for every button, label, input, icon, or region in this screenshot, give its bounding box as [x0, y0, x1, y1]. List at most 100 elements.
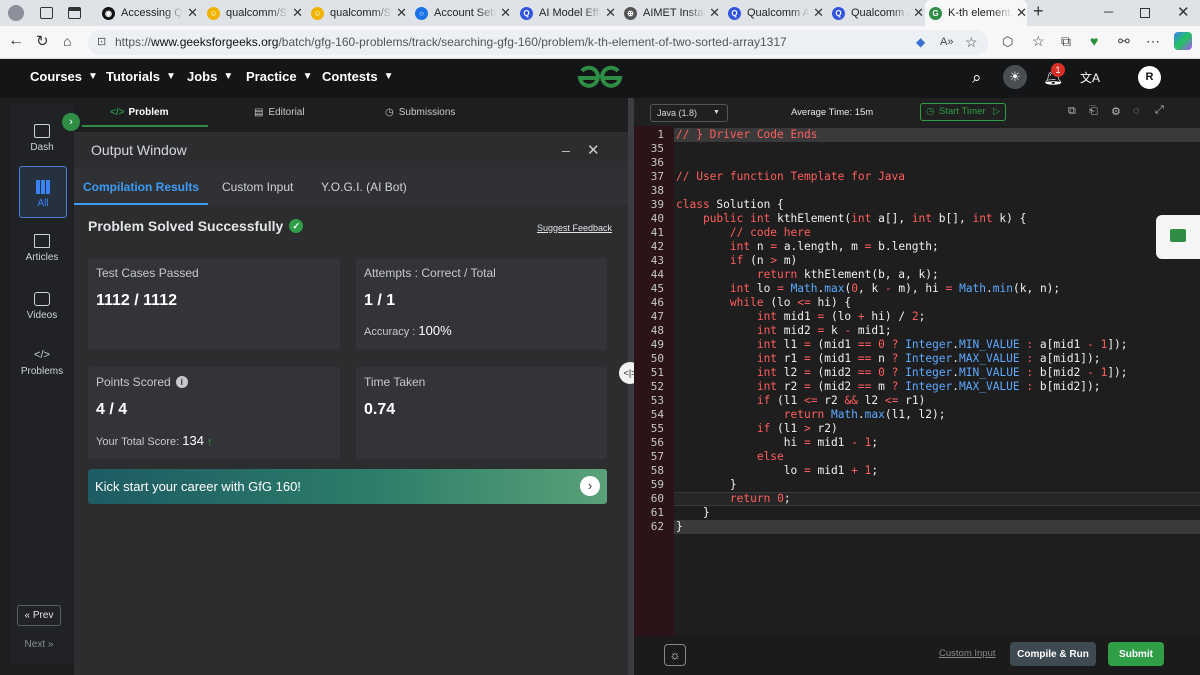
- code-line: else: [756, 450, 784, 463]
- tag-icon[interactable]: ◆: [916, 30, 925, 55]
- chat-icon: [1170, 229, 1186, 242]
- browser-tab[interactable]: ◉ Accessing Qu ✕: [98, 0, 198, 26]
- browser-tab[interactable]: G K-th element ✕: [925, 0, 1027, 26]
- close-tab-icon[interactable]: ✕: [500, 5, 511, 21]
- points-card: Points Scored i 4 / 4 Your Total Score: 1…: [88, 367, 340, 459]
- tab-favicon-icon: ☺: [207, 6, 220, 20]
- chevron-right-icon[interactable]: ›: [580, 476, 600, 496]
- browser-tab[interactable]: ○ Account Setti ✕: [411, 0, 511, 26]
- minimize-icon[interactable]: ─: [1104, 4, 1113, 19]
- test-cases-value: 1112 / 1112: [96, 292, 177, 309]
- close-tab-icon[interactable]: ✕: [709, 5, 720, 21]
- close-tab-icon[interactable]: ✕: [605, 5, 616, 21]
- nav-courses[interactable]: Courses ▼: [30, 69, 98, 84]
- tab-favicon-icon: Q: [520, 6, 533, 20]
- url-field[interactable]: ⊡ https://www.geeksforgeeks.org/batch/gf…: [88, 30, 988, 55]
- sidebar-item-all[interactable]: All: [19, 166, 67, 218]
- theme-toggle-icon[interactable]: ☀: [1003, 65, 1027, 89]
- points-label-row: Points Scored i: [96, 375, 188, 389]
- time-value: 0.74: [364, 401, 396, 418]
- browser-tab[interactable]: ☺ qualcomm/St ✕: [203, 0, 303, 26]
- workspaces-icon[interactable]: [40, 7, 53, 19]
- nav-practice[interactable]: Practice ▼: [246, 69, 313, 84]
- line-number: 58: [650, 464, 664, 477]
- code-icon: </>: [34, 349, 50, 361]
- translate-icon[interactable]: 文A: [1080, 69, 1100, 86]
- copilot-icon[interactable]: [1174, 32, 1192, 50]
- back-icon[interactable]: ←: [8, 32, 24, 50]
- close-tab-icon[interactable]: ✕: [187, 5, 198, 21]
- language-select[interactable]: Java (1.8) ▼: [650, 104, 728, 122]
- site-info-icon[interactable]: ⊡: [97, 30, 106, 55]
- prev-button[interactable]: « Prev: [17, 605, 61, 626]
- copy-icon[interactable]: ⧉: [1068, 105, 1076, 118]
- search-icon[interactable]: ⌕: [972, 68, 982, 88]
- home-icon[interactable]: ⌂: [63, 33, 71, 49]
- copilot-share-icon[interactable]: ⚯: [1118, 33, 1130, 50]
- refresh-icon[interactable]: ↻: [36, 32, 49, 50]
- collections-icon[interactable]: ⧉: [1061, 33, 1071, 50]
- close-tab-icon[interactable]: ✕: [813, 5, 824, 21]
- minimize-output-icon[interactable]: _: [562, 136, 570, 152]
- tab-title: Account Setti: [434, 7, 497, 19]
- start-timer-button[interactable]: ◷ Start Timer ▷: [920, 103, 1006, 121]
- line-number: 57: [650, 450, 664, 463]
- hint-bulb-icon[interactable]: ☼: [664, 644, 686, 666]
- attempts-label: Attempts : Correct / Total: [364, 266, 496, 280]
- chat-support-button[interactable]: [1156, 215, 1200, 259]
- favorite-star-icon[interactable]: ☆: [965, 30, 978, 55]
- gfg160-banner[interactable]: Kick start your career with GfG 160! ›: [88, 469, 607, 504]
- browser-tab-strip: ◉ Accessing Qu ✕ ☺ qualcomm/St ✕ ☺ qualcomm/St ✕…: [0, 0, 1200, 26]
- new-tab-icon[interactable]: +: [1033, 1, 1044, 22]
- close-tab-icon[interactable]: ✕: [292, 5, 303, 21]
- sidebar-item-videos[interactable]: Videos: [10, 292, 74, 321]
- favorites-icon[interactable]: ☆: [1032, 33, 1045, 50]
- maximize-icon[interactable]: [1140, 8, 1150, 18]
- reset-code-icon[interactable]: ⎗: [1089, 105, 1098, 118]
- tab-problem[interactable]: </> Problem: [110, 107, 168, 118]
- line-number: 38: [650, 184, 664, 197]
- close-window-icon[interactable]: ✕: [1177, 3, 1190, 21]
- settings-more-icon[interactable]: ⋯: [1146, 33, 1160, 50]
- browser-essentials-icon[interactable]: ♥: [1090, 33, 1098, 49]
- sidebar-item-problems[interactable]: </> Problems: [10, 348, 74, 377]
- browser-tab[interactable]: Q AI Model Effi ✕: [516, 0, 616, 26]
- submit-button[interactable]: Submit: [1108, 642, 1164, 666]
- suggest-feedback-link[interactable]: Suggest Feedback: [537, 223, 612, 233]
- tab-title: K-th element: [948, 7, 1011, 19]
- nav-tutorials[interactable]: Tutorials ▼: [106, 69, 176, 84]
- close-output-icon[interactable]: ✕: [587, 141, 600, 159]
- browser-tab[interactable]: Q Qualcomm A ✕: [828, 0, 924, 26]
- custom-input-link[interactable]: Custom Input: [939, 648, 996, 659]
- tab-editorial[interactable]: ▤ Editorial: [254, 107, 305, 118]
- info-icon[interactable]: i: [175, 376, 188, 388]
- tab-submissions[interactable]: ◷ Submissions: [385, 107, 455, 118]
- tab-compilation-results[interactable]: Compilation Results: [83, 180, 199, 194]
- close-tab-icon[interactable]: ✕: [913, 5, 924, 21]
- settings-icon[interactable]: ⚙: [1111, 105, 1121, 118]
- tab-custom-input[interactable]: Custom Input: [222, 180, 293, 194]
- browser-tab[interactable]: ☺ qualcomm/St ✕: [307, 0, 407, 26]
- line-number: 42: [650, 240, 664, 253]
- gfg-logo[interactable]: [576, 65, 624, 91]
- browser-tab[interactable]: ⊕ AIMET Install ✕: [620, 0, 720, 26]
- profile-icon[interactable]: [8, 5, 24, 21]
- nav-contests[interactable]: Contests ▼: [322, 69, 394, 84]
- next-button[interactable]: Next »: [17, 634, 61, 655]
- theme-icon[interactable]: ◌: [1133, 105, 1140, 117]
- nav-jobs[interactable]: Jobs ▼: [187, 69, 233, 84]
- read-aloud-icon[interactable]: A»: [940, 30, 953, 55]
- chevron-down-icon: ▼: [383, 71, 394, 82]
- tab-yogi-ai-bot[interactable]: Y.O.G.I. (AI Bot): [321, 180, 407, 194]
- close-tab-icon[interactable]: ✕: [396, 5, 407, 21]
- tab-actions-icon[interactable]: [68, 7, 81, 19]
- tab-title: Qualcomm A: [747, 7, 810, 19]
- extensions-icon[interactable]: ⬡: [1002, 34, 1013, 50]
- fullscreen-icon[interactable]: ⤢: [1155, 104, 1164, 117]
- avatar[interactable]: R: [1138, 66, 1161, 89]
- compile-run-button[interactable]: Compile & Run: [1010, 642, 1096, 666]
- browser-tab[interactable]: Q Qualcomm A ✕: [724, 0, 824, 26]
- close-tab-icon[interactable]: ✕: [1016, 5, 1027, 21]
- sidebar-item-label: Videos: [26, 310, 58, 321]
- sidebar-item-articles[interactable]: Articles: [10, 234, 74, 263]
